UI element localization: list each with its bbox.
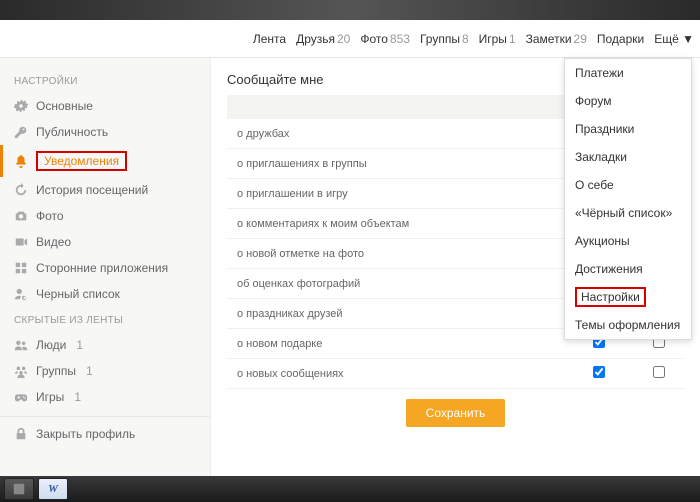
sidebar-item-label: Люди [36, 338, 66, 352]
sidebar-item[interactable]: История посещений [0, 177, 210, 203]
camera-icon [14, 209, 28, 223]
taskbar-app-button[interactable] [4, 478, 34, 500]
sidebar-item-label: Группы [36, 364, 76, 378]
email-checkbox[interactable] [593, 366, 605, 378]
sidebar-section-title: НАСТРОЙКИ [0, 68, 210, 93]
row-label: о новых сообщениях [227, 359, 564, 389]
sidebar-item[interactable]: Публичность [0, 119, 210, 145]
nav-label: Заметки [526, 32, 572, 46]
people-icon [14, 338, 28, 352]
nav-label: Друзья [296, 32, 335, 46]
sidebar-item-label: Фото [36, 209, 64, 223]
sidebar-item[interactable]: Сторонние приложения [0, 255, 210, 281]
sidebar-item-label: Видео [36, 235, 71, 249]
bell-icon [14, 154, 28, 168]
nav-label: Группы [420, 32, 460, 46]
windows-taskbar: W [0, 476, 700, 502]
row-label: о новом подарке [227, 329, 564, 359]
sidebar-item[interactable]: Группы 1 [0, 358, 210, 384]
app-icon [12, 482, 26, 496]
top-navigation: ЛентаДрузья20Фото853Группы8Игры1Заметки2… [0, 20, 700, 58]
row-label: о комментариях к моим объектам [227, 209, 564, 239]
blacklist-icon [14, 287, 28, 301]
extra-checkbox[interactable] [653, 366, 665, 378]
key-icon [14, 125, 28, 139]
sidebar-item-label: Закрыть профиль [36, 427, 135, 441]
sidebar-item[interactable]: Люди 1 [0, 332, 210, 358]
dropdown-item[interactable]: Темы оформления [565, 311, 691, 339]
sidebar-item[interactable]: Видео [0, 229, 210, 255]
taskbar-word-button[interactable]: W [38, 478, 68, 500]
row-label: о приглашении в игру [227, 179, 564, 209]
sidebar-item-label: Игры [36, 390, 64, 404]
games-icon [14, 390, 28, 404]
sidebar-item-count: 1 [76, 338, 83, 352]
sidebar-item[interactable]: Фото [0, 203, 210, 229]
row-label: о дружбах [227, 119, 564, 149]
sidebar-item-count: 1 [74, 390, 81, 404]
sidebar-item-label: Основные [36, 99, 93, 113]
word-icon: W [48, 483, 58, 495]
nav-count: 29 [574, 32, 587, 46]
nav-item[interactable]: Подарки [597, 32, 644, 46]
sidebar-item-label: История посещений [36, 183, 148, 197]
sidebar-item-count: 1 [86, 364, 93, 378]
sidebar-close-profile[interactable]: Закрыть профиль [0, 421, 210, 447]
nav-item[interactable]: Игры1 [479, 32, 516, 46]
sidebar-item[interactable]: Игры 1 [0, 384, 210, 410]
dropdown-item[interactable]: Платежи [565, 59, 691, 87]
nav-label: Ещё ▼ [654, 32, 694, 46]
save-button[interactable]: Сохранить [406, 399, 506, 427]
nav-item[interactable]: Друзья20 [296, 32, 350, 46]
nav-label: Лента [253, 32, 286, 46]
nav-label: Подарки [597, 32, 644, 46]
sidebar-item[interactable]: Черный список [0, 281, 210, 307]
sidebar-item-label: Сторонние приложения [36, 261, 168, 275]
history-icon [14, 183, 28, 197]
video-icon [14, 235, 28, 249]
dropdown-item[interactable]: Праздники [565, 115, 691, 143]
sidebar-item-label: Уведомления [36, 151, 127, 171]
row-label: об оценках фотографий [227, 269, 564, 299]
nav-count: 8 [462, 32, 469, 46]
nav-item[interactable]: Заметки29 [526, 32, 587, 46]
sidebar-item-label: Публичность [36, 125, 108, 139]
lock-icon [14, 427, 28, 441]
dropdown-item[interactable]: Настройки [565, 283, 691, 311]
more-dropdown-menu: ПлатежиФорумПраздникиЗакладкиО себе«Чёрн… [564, 58, 692, 340]
nav-item[interactable]: Лента [253, 32, 286, 46]
dropdown-label: Настройки [575, 287, 646, 307]
row-label: о приглашениях в группы [227, 149, 564, 179]
groups-icon [14, 364, 28, 378]
dropdown-item[interactable]: О себе [565, 171, 691, 199]
dropdown-item[interactable]: Форум [565, 87, 691, 115]
sidebar-item-label: Черный список [36, 287, 120, 301]
dropdown-item[interactable]: Аукционы [565, 227, 691, 255]
settings-sidebar: НАСТРОЙКИ Основные Публичность Уведомления… [0, 58, 210, 476]
nav-label: Игры [479, 32, 507, 46]
sidebar-item[interactable]: Основные [0, 93, 210, 119]
nav-label: Фото [360, 32, 388, 46]
nav-count: 853 [390, 32, 410, 46]
apps-icon [14, 261, 28, 275]
gear-icon [14, 99, 28, 113]
header-banner [0, 0, 700, 20]
dropdown-item[interactable]: Закладки [565, 143, 691, 171]
nav-item[interactable]: Фото853 [360, 32, 410, 46]
nav-item[interactable]: Группы8 [420, 32, 469, 46]
nav-count: 1 [509, 32, 516, 46]
row-label: о новой отметке на фото [227, 239, 564, 269]
nav-count: 20 [337, 32, 350, 46]
dropdown-item[interactable]: Достижения [565, 255, 691, 283]
dropdown-item[interactable]: «Чёрный список» [565, 199, 691, 227]
table-row: о новых сообщениях [227, 359, 684, 389]
sidebar-section-title: СКРЫТЫЕ ИЗ ЛЕНТЫ [0, 307, 210, 332]
row-label: о праздниках друзей [227, 299, 564, 329]
sidebar-item[interactable]: Уведомления [0, 145, 210, 177]
table-header-label [227, 95, 564, 119]
nav-item[interactable]: Ещё ▼ [654, 32, 694, 46]
